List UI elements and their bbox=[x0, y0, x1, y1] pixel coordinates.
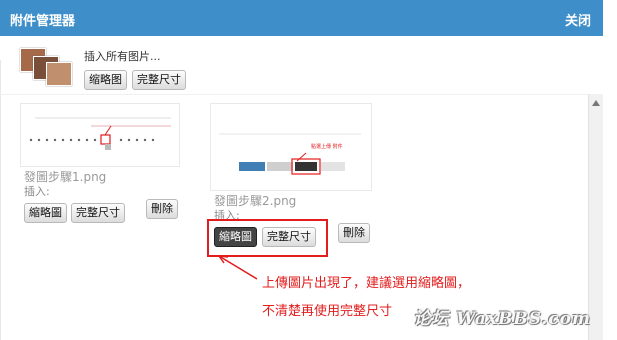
annotation-line-1: 上傳圖片出現了，建議選用縮略圖， bbox=[262, 276, 471, 291]
annotation-line-2: 不清楚再使用完整尺寸 bbox=[262, 304, 393, 319]
watermark: 论坛 WaxBBS.com bbox=[413, 309, 591, 329]
attachment-manager-panel: 附件管理器 关闭 插入所有图片... 缩略图 完整尺寸 發圖步驟1.png 插入… bbox=[0, 0, 603, 340]
